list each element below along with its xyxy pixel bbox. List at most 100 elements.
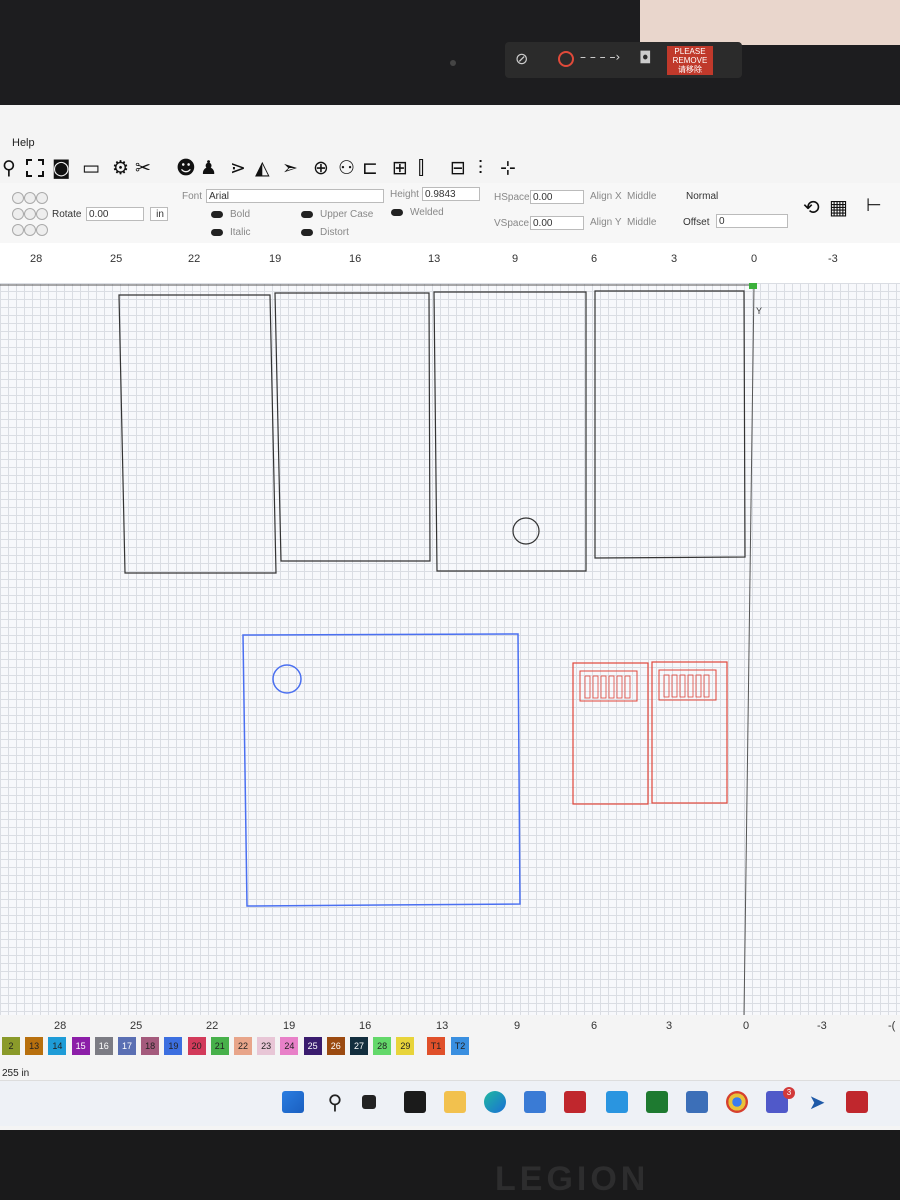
upper-case-toggle[interactable] [301, 211, 313, 218]
anchor-point-ml[interactable] [12, 208, 24, 220]
layer-swatch-21[interactable]: 21 [210, 1037, 229, 1055]
anchor-point-br[interactable] [36, 224, 48, 236]
mcafee-icon[interactable] [564, 1091, 586, 1113]
distort-toggle[interactable] [301, 229, 313, 236]
windows-start-icon[interactable] [282, 1091, 304, 1113]
canvas-shapes: X Y [0, 283, 762, 1015]
ruler-tick: 13 [436, 1020, 449, 1032]
file-explorer-icon[interactable] [444, 1091, 466, 1113]
users-icon[interactable]: ☻ [176, 157, 196, 179]
user-icon[interactable]: ♟ [200, 157, 217, 179]
rotate-input[interactable]: 0.00 [86, 207, 144, 221]
chrome-icon[interactable] [726, 1091, 748, 1113]
anchor-point-tl[interactable] [12, 192, 24, 204]
layer-swatch-25[interactable]: 25 [303, 1037, 322, 1055]
laser-software-icon[interactable] [846, 1091, 868, 1113]
anchor-point-tc[interactable] [24, 192, 36, 204]
spacing-icon[interactable]: ⊟ [450, 157, 466, 179]
ruler-tick: -( [888, 1020, 896, 1032]
offset-input[interactable]: 0 [716, 214, 788, 228]
align-center-icon[interactable]: ⫿ [418, 157, 424, 179]
calculator-icon[interactable] [686, 1091, 708, 1113]
task-view-icon[interactable] [362, 1095, 376, 1109]
layer-swatch-2[interactable]: 2 [2, 1037, 20, 1055]
ruler-tick: 25 [110, 253, 123, 265]
layer-swatch-29[interactable]: 29 [396, 1037, 415, 1055]
layer-swatch-19[interactable]: 19 [164, 1037, 183, 1055]
ruler-tick: 9 [514, 1020, 521, 1032]
bold-toggle[interactable] [211, 211, 223, 218]
layer-swatch-16[interactable]: 16 [94, 1037, 113, 1055]
anchor-point-mc[interactable] [24, 208, 36, 220]
italic-toggle[interactable] [211, 229, 223, 236]
ruler-tick: 6 [591, 1020, 598, 1032]
align-y-select[interactable]: Middle [627, 217, 656, 228]
target-icon[interactable]: ⊕ [313, 157, 329, 179]
select-rect-icon[interactable] [26, 159, 44, 177]
status-bar-text: 255 in [2, 1068, 30, 1079]
mirror-icon[interactable]: ◭ [255, 157, 270, 179]
vspace-input[interactable]: 0.00 [530, 216, 584, 230]
layer-swatch-13[interactable]: 13 [25, 1037, 44, 1055]
layer-swatch-14[interactable]: 14 [48, 1037, 67, 1055]
ruler-tick: 3 [666, 1020, 673, 1032]
text-edit-icon[interactable]: ▦ [829, 195, 848, 219]
align-x-label: Align X [590, 191, 622, 202]
group-icon[interactable]: ⚇ [338, 157, 355, 179]
text-mode-select[interactable]: Normal [686, 191, 718, 202]
offset-tool-icon[interactable]: ⟲ [803, 195, 820, 219]
layer-swatch-26[interactable]: 26 [326, 1037, 345, 1055]
ruler-tick: 0 [743, 1020, 750, 1032]
monitor-icon[interactable]: ▭ [82, 157, 100, 179]
align-objects-icon[interactable]: ⊢ [866, 195, 882, 216]
y-axis-line [743, 284, 755, 1015]
align-icon[interactable]: ⊏ [362, 157, 378, 179]
menu-help[interactable]: Help [12, 137, 35, 149]
send-arrow-icon[interactable]: ➤ [806, 1091, 828, 1113]
store-icon[interactable] [524, 1091, 546, 1113]
design-canvas[interactable]: X Y [0, 283, 900, 1015]
layer-swatch-17[interactable]: 17 [118, 1037, 136, 1055]
layer-swatch-18[interactable]: 18 [141, 1037, 160, 1055]
anchor-point-mr[interactable] [36, 208, 48, 220]
red-card-left [572, 662, 649, 805]
tools-icon[interactable]: ✂ [135, 157, 151, 179]
distribute-icon[interactable]: ⊞ [392, 157, 408, 179]
layer-swatch-15[interactable]: 15 [71, 1037, 90, 1055]
anchor-point-bc[interactable] [24, 224, 36, 236]
search-icon[interactable]: ⚲ [324, 1091, 346, 1113]
send-icon[interactable]: ➣ [282, 157, 298, 179]
layer-swatch-24[interactable]: 24 [280, 1037, 299, 1055]
lenovo-vantage-icon[interactable] [606, 1091, 628, 1113]
edge-browser-icon[interactable] [484, 1091, 506, 1113]
y-axis-label: Y [756, 306, 762, 316]
font-select[interactable]: Arial [206, 189, 384, 203]
hspace-label: HSpace [494, 192, 530, 203]
layer-swatch-27[interactable]: 27 [350, 1037, 368, 1055]
widgets-icon[interactable] [404, 1091, 426, 1113]
rotate-unit-button[interactable]: in [150, 207, 168, 221]
welded-toggle[interactable] [391, 209, 403, 216]
camera-icon[interactable]: ◙ [52, 157, 70, 179]
layer-swatch-23[interactable]: 23 [257, 1037, 276, 1055]
layer-swatch-22[interactable]: 22 [234, 1037, 252, 1055]
anchor-point-bl[interactable] [12, 224, 24, 236]
xbox-icon[interactable] [646, 1091, 668, 1113]
dimension-icon[interactable]: ⊹ [500, 157, 516, 179]
settings-icon[interactable]: ⚙ [112, 157, 129, 179]
horizontal-ruler-top: 28 25 22 19 16 13 9 6 3 0 -3 [0, 243, 900, 284]
screen: Help ⚲ ◙ ▭ ⚙ ✂ ☻ ♟ ⋗ ◭ ➣ ⊕ ⚇ ⊏ ⊞ ⫿ ⊟ ⫶ ⊹… [0, 105, 900, 1135]
selected-blue-rectangle [242, 633, 521, 907]
height-input[interactable]: 0.9843 [422, 187, 480, 201]
horizontal-ruler-bottom: 28 25 22 19 16 13 9 6 3 0 -3 -( [0, 1015, 900, 1037]
zoom-icon[interactable]: ⚲ [2, 157, 16, 179]
layer-swatch-28[interactable]: 28 [373, 1037, 392, 1055]
hspace-input[interactable]: 0.00 [530, 190, 584, 204]
align-vertical-icon[interactable]: ⫶ [478, 157, 483, 179]
layer-swatch-t2[interactable]: T2 [451, 1037, 469, 1055]
align-x-select[interactable]: Middle [627, 191, 656, 202]
layer-swatch-t1[interactable]: T1 [427, 1037, 445, 1055]
text-path-icon[interactable]: ⋗ [230, 157, 246, 179]
anchor-point-tr[interactable] [36, 192, 48, 204]
layer-swatch-20[interactable]: 20 [187, 1037, 206, 1055]
